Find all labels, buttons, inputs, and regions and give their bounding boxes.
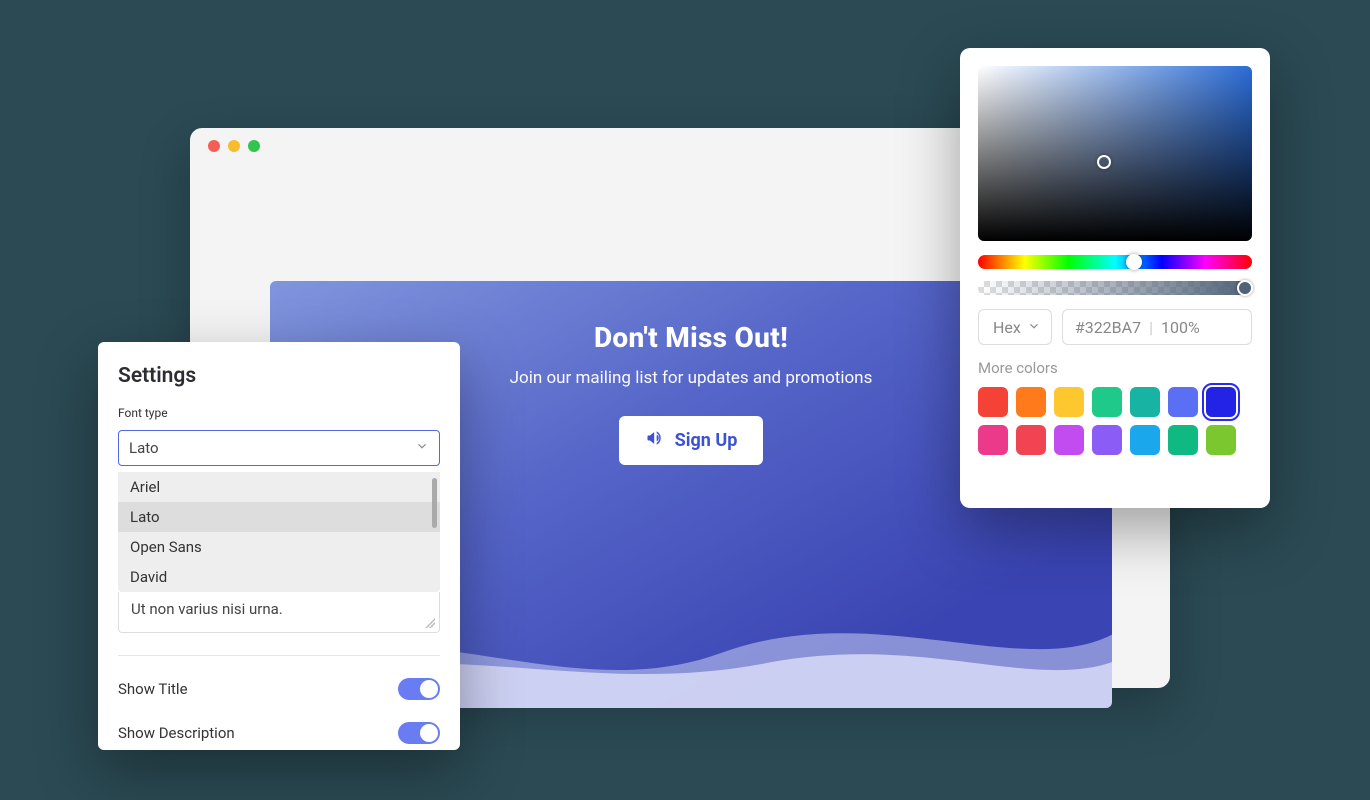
swatches-grid <box>978 387 1252 455</box>
description-textarea[interactable]: Ut non varius nisi urna. <box>118 592 440 633</box>
color-swatch[interactable] <box>1092 387 1122 417</box>
font-option[interactable]: Ariel <box>118 472 440 502</box>
color-swatch[interactable] <box>1206 387 1236 417</box>
show-title-label: Show Title <box>118 680 188 698</box>
saturation-value-panel[interactable] <box>978 66 1252 241</box>
color-swatch[interactable] <box>1130 425 1160 455</box>
megaphone-icon <box>645 428 665 453</box>
alpha-value: 100% <box>1161 318 1200 337</box>
signup-button[interactable]: Sign Up <box>619 416 764 465</box>
separator: | <box>1149 318 1153 337</box>
settings-panel: Settings Font type Lato Ariel Lato Open … <box>98 342 460 750</box>
resize-grip-icon[interactable] <box>425 618 435 628</box>
font-type-select[interactable]: Lato <box>118 430 440 466</box>
sv-cursor-icon[interactable] <box>1097 155 1111 169</box>
color-swatch[interactable] <box>1168 425 1198 455</box>
divider <box>118 655 440 656</box>
font-type-dropdown: Ariel Lato Open Sans David <box>118 472 440 592</box>
more-colors-label: More colors <box>978 359 1252 377</box>
color-swatch[interactable] <box>1054 387 1084 417</box>
chevron-down-icon <box>415 439 429 457</box>
color-swatch[interactable] <box>978 387 1008 417</box>
color-mode-select[interactable]: Hex <box>978 309 1052 345</box>
signup-button-label: Sign Up <box>675 430 738 451</box>
show-description-label: Show Description <box>118 724 235 742</box>
font-type-value: Lato <box>129 439 159 457</box>
color-swatch[interactable] <box>1130 387 1160 417</box>
alpha-thumb-icon[interactable] <box>1237 280 1253 296</box>
hue-thumb-icon[interactable] <box>1126 254 1142 270</box>
color-swatch[interactable] <box>1016 387 1046 417</box>
scrollbar[interactable] <box>432 478 437 528</box>
font-option[interactable]: Open Sans <box>118 532 440 562</box>
font-option[interactable]: Lato <box>118 502 440 532</box>
alpha-slider[interactable] <box>978 281 1252 295</box>
maximize-dot-icon[interactable] <box>248 140 260 152</box>
hex-value: #322BA7 <box>1075 318 1141 337</box>
chevron-down-icon <box>1027 318 1041 337</box>
color-swatch[interactable] <box>1054 425 1084 455</box>
settings-heading: Settings <box>118 364 440 388</box>
font-type-label: Font type <box>118 406 440 420</box>
color-picker-panel: Hex #322BA7 | 100% More colors <box>960 48 1270 508</box>
color-swatch[interactable] <box>1168 387 1198 417</box>
close-dot-icon[interactable] <box>208 140 220 152</box>
color-swatch[interactable] <box>978 425 1008 455</box>
hue-slider[interactable] <box>978 255 1252 269</box>
minimize-dot-icon[interactable] <box>228 140 240 152</box>
color-mode-label: Hex <box>993 318 1021 337</box>
show-description-toggle[interactable] <box>398 722 440 744</box>
color-swatch[interactable] <box>1206 425 1236 455</box>
color-swatch[interactable] <box>1016 425 1046 455</box>
color-swatch[interactable] <box>1092 425 1122 455</box>
textarea-value: Ut non varius nisi urna. <box>131 600 283 618</box>
show-title-toggle[interactable] <box>398 678 440 700</box>
font-option[interactable]: David <box>118 562 440 592</box>
hex-input[interactable]: #322BA7 | 100% <box>1062 309 1252 345</box>
